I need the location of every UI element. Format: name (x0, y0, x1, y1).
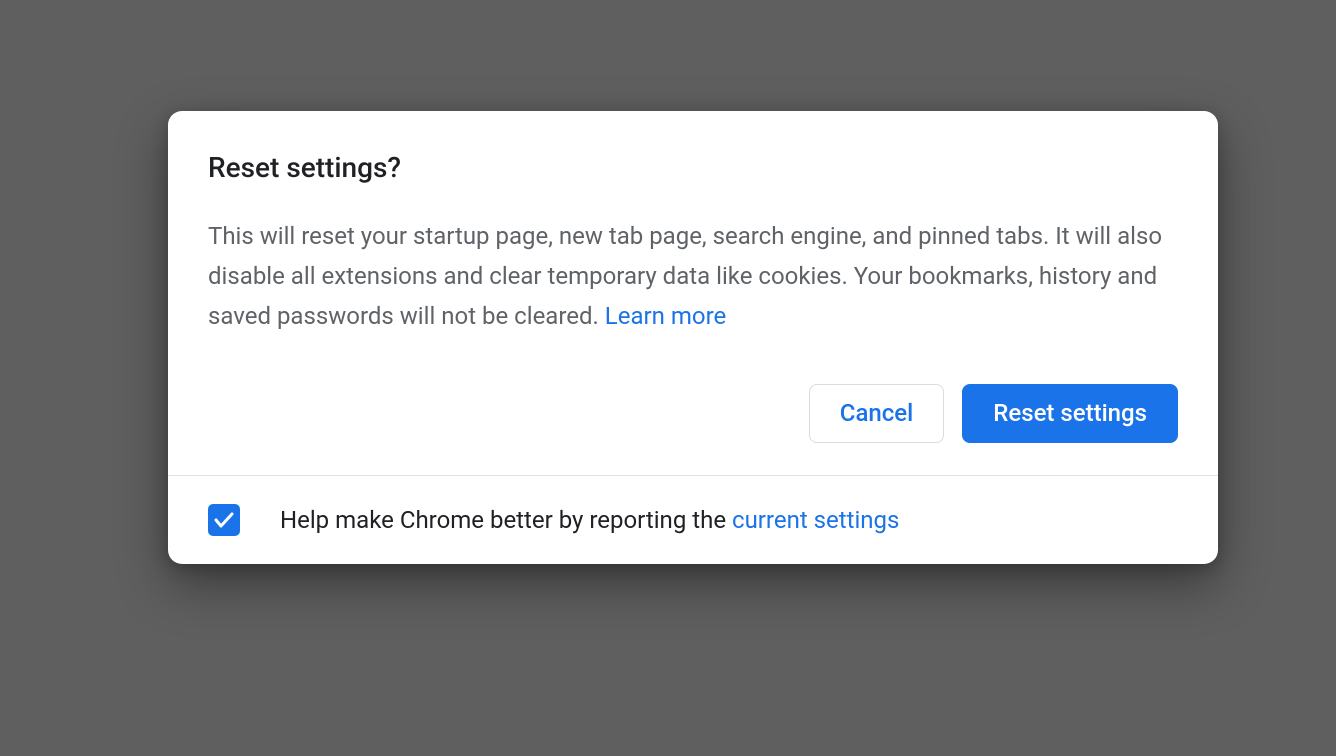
learn-more-link[interactable]: Learn more (605, 302, 726, 330)
report-settings-checkbox[interactable] (208, 504, 240, 536)
current-settings-link[interactable]: current settings (732, 506, 899, 534)
report-settings-label: Help make Chrome better by reporting the… (280, 506, 899, 534)
dialog-title: Reset settings? (208, 151, 1178, 184)
reset-settings-button[interactable]: Reset settings (962, 384, 1178, 443)
cancel-button[interactable]: Cancel (809, 384, 944, 443)
dialog-actions: Cancel Reset settings (208, 384, 1178, 443)
dialog-body: This will reset your startup page, new t… (208, 216, 1178, 336)
footer-label-prefix: Help make Chrome better by reporting the (280, 506, 732, 534)
check-icon (212, 508, 236, 532)
dialog-main: Reset settings? This will reset your sta… (168, 111, 1218, 475)
dialog-footer: Help make Chrome better by reporting the… (168, 475, 1218, 564)
reset-settings-dialog: Reset settings? This will reset your sta… (168, 111, 1218, 564)
